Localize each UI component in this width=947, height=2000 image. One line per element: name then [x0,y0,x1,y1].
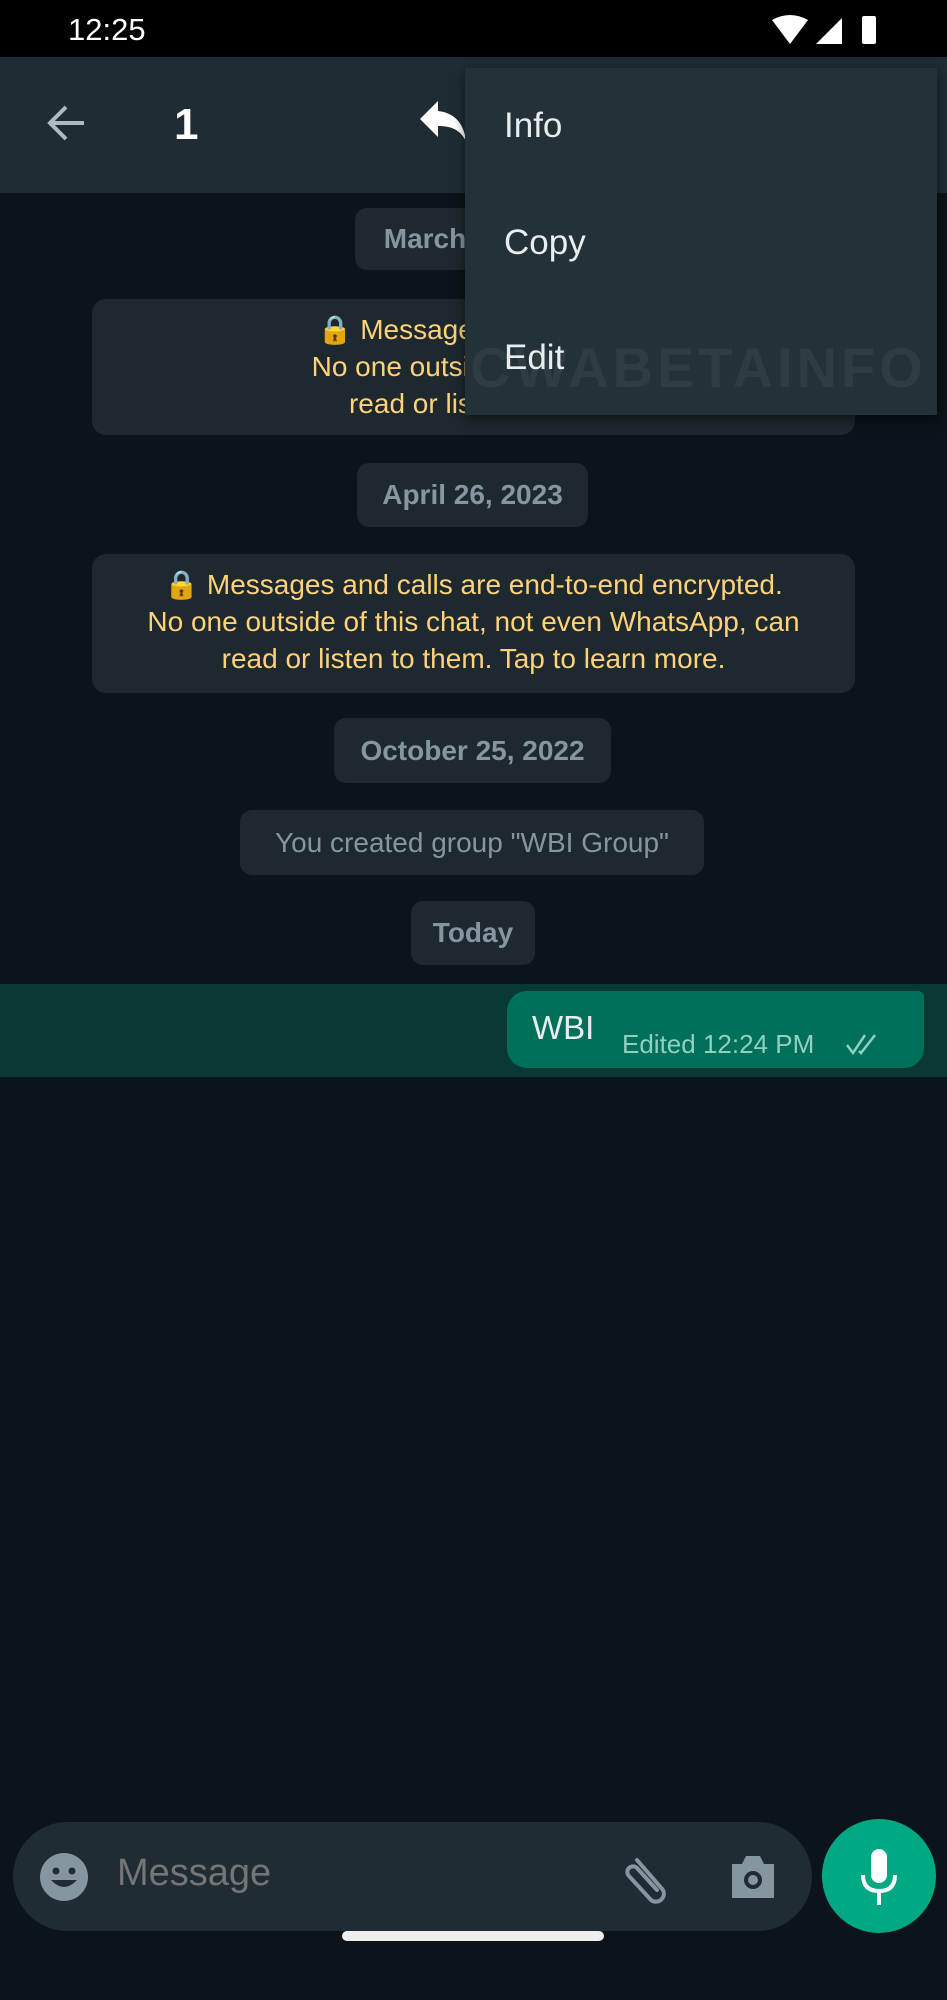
date-separator: October 25, 2022 [334,718,611,783]
emoji-icon[interactable] [39,1852,89,1902]
clock: 12:25 [68,12,146,47]
message-composer [13,1822,812,1931]
message-text: WBI [532,1009,595,1046]
battery-icon [862,16,876,44]
double-check-icon [846,1034,876,1056]
voice-message-button[interactable] [822,1819,936,1933]
camera-icon[interactable] [728,1854,778,1900]
encryption-notice[interactable]: 🔒 Messages and calls are end-to-end encr… [92,554,855,693]
selected-count: 1 [174,100,199,149]
message-meta: Edited 12:24 PM [622,1029,815,1059]
status-bar: 12:25 [0,0,947,57]
wifi-signal-icons [772,15,876,44]
outgoing-message-bubble[interactable]: WBI Edited 12:24 PM [507,991,924,1068]
date-separator: Today [411,901,535,965]
menu-item-copy[interactable]: Copy [504,223,586,263]
lock-icon: 🔒 [317,314,353,345]
watermark: CWABETAINFO [470,336,927,399]
message-input[interactable] [117,1852,617,1895]
wifi-icon [772,15,808,44]
system-message: You created group "WBI Group" [240,810,704,875]
back-arrow-icon[interactable] [44,103,88,143]
signal-icon [816,18,842,44]
menu-item-info[interactable]: Info [504,106,562,146]
attach-icon[interactable] [623,1850,675,1904]
reply-icon[interactable] [418,99,468,143]
home-gesture-bar[interactable] [342,1931,604,1941]
lock-icon: 🔒 [164,569,200,600]
microphone-icon [861,1849,897,1905]
date-separator: April 26, 2023 [357,463,588,527]
